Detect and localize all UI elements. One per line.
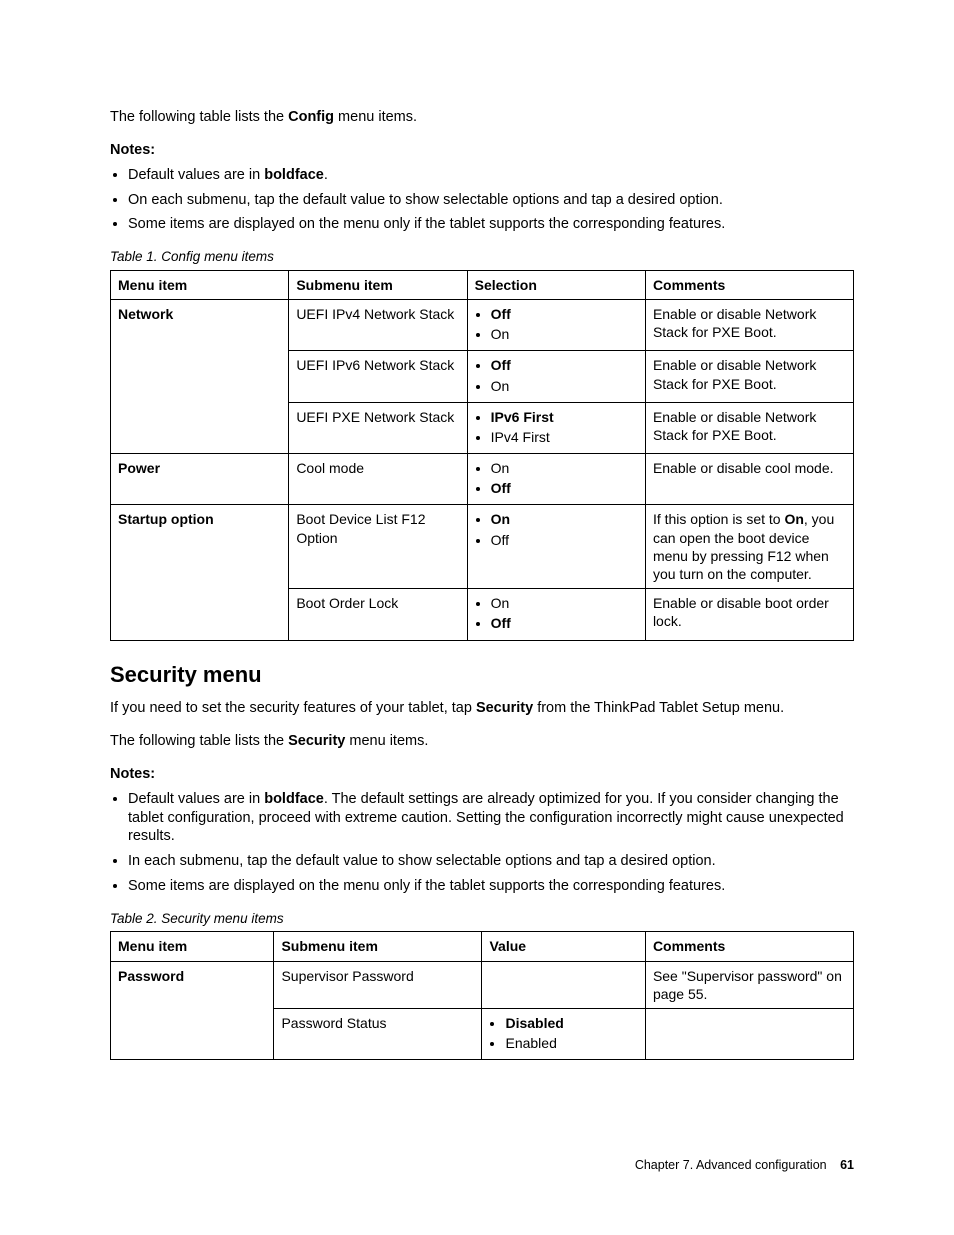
- comments-cell: [645, 1009, 853, 1060]
- table-row: Startup option Boot Device List F12 Opti…: [111, 505, 854, 589]
- submenu-cell: UEFI IPv4 Network Stack: [289, 299, 467, 350]
- notes-list: Default values are in boldface. On each …: [110, 166, 854, 235]
- submenu-cell: UEFI PXE Network Stack: [289, 402, 467, 453]
- table-header-row: Menu item Submenu item Value Comments: [111, 932, 854, 961]
- submenu-cell: Password Status: [274, 1009, 482, 1060]
- text-bold: boldface: [264, 791, 324, 807]
- table-row: Network UEFI IPv4 Network Stack Off On E…: [111, 299, 854, 350]
- comments-cell: Enable or disable Network Stack for PXE …: [645, 402, 853, 453]
- col-header: Value: [482, 932, 645, 961]
- option: Off: [491, 531, 638, 549]
- option-default: Off: [491, 305, 638, 323]
- option: On: [491, 325, 638, 343]
- option: IPv4 First: [491, 428, 638, 446]
- col-header: Selection: [467, 270, 645, 299]
- text: .: [324, 167, 328, 183]
- submenu-cell: Supervisor Password: [274, 961, 482, 1008]
- col-header: Comments: [645, 932, 853, 961]
- selection-cell: On Off: [467, 589, 645, 640]
- value-cell: Disabled Enabled: [482, 1009, 645, 1060]
- comments-cell: See "Supervisor password" on page 55.: [645, 961, 853, 1008]
- text-bold: Config: [288, 109, 334, 125]
- notes-list: Default values are in boldface. The defa…: [110, 790, 854, 896]
- menu-item-cell: Password: [111, 961, 274, 1060]
- text: Default values are in: [128, 791, 264, 807]
- text: If this option is set to: [653, 511, 785, 527]
- text: from the ThinkPad Tablet Setup menu.: [533, 700, 784, 716]
- list-item: On each submenu, tap the default value t…: [128, 191, 854, 210]
- submenu-cell: Cool mode: [289, 454, 467, 505]
- config-menu-table: Menu item Submenu item Selection Comment…: [110, 270, 854, 641]
- comments-cell: Enable or disable cool mode.: [645, 454, 853, 505]
- paragraph: If you need to set the security features…: [110, 699, 854, 718]
- option-default: Off: [491, 356, 638, 374]
- selection-cell: On Off: [467, 505, 645, 589]
- section-heading: Security menu: [110, 661, 854, 690]
- comments-cell: Enable or disable Network Stack for PXE …: [645, 351, 853, 402]
- option: On: [491, 377, 638, 395]
- text: menu items.: [334, 109, 417, 125]
- table-row: Password Supervisor Password See "Superv…: [111, 961, 854, 1008]
- col-header: Comments: [645, 270, 853, 299]
- comments-cell: If this option is set to On, you can ope…: [645, 505, 853, 589]
- page-number: 61: [840, 1158, 854, 1172]
- option: Enabled: [505, 1034, 637, 1052]
- col-header: Submenu item: [274, 932, 482, 961]
- option: On: [491, 459, 638, 477]
- text-bold: On: [784, 511, 803, 527]
- list-item: Some items are displayed on the menu onl…: [128, 215, 854, 234]
- notes-heading: Notes:: [110, 765, 854, 784]
- text-bold: boldface: [264, 167, 324, 183]
- security-menu-table: Menu item Submenu item Value Comments Pa…: [110, 931, 854, 1060]
- list-item: Default values are in boldface. The defa…: [128, 790, 854, 847]
- option-default: IPv6 First: [491, 408, 638, 426]
- text: menu items.: [345, 733, 428, 749]
- notes-heading: Notes:: [110, 141, 854, 160]
- footer-chapter: Chapter 7. Advanced configuration: [635, 1158, 827, 1172]
- text-bold: Security: [288, 733, 345, 749]
- option: On: [491, 594, 638, 612]
- selection-cell: Off On: [467, 351, 645, 402]
- table-row: Power Cool mode On Off Enable or disable…: [111, 454, 854, 505]
- text: Default values are in: [128, 167, 264, 183]
- menu-item-cell: Power: [111, 454, 289, 505]
- col-header: Submenu item: [289, 270, 467, 299]
- table-caption: Table 2. Security menu items: [110, 910, 854, 928]
- col-header: Menu item: [111, 932, 274, 961]
- option-default: Off: [491, 479, 638, 497]
- text: If you need to set the security features…: [110, 700, 476, 716]
- selection-cell: On Off: [467, 454, 645, 505]
- text: The following table lists the: [110, 109, 288, 125]
- list-item: In each submenu, tap the default value t…: [128, 852, 854, 871]
- submenu-cell: Boot Order Lock: [289, 589, 467, 640]
- text: The following table lists the: [110, 733, 288, 749]
- submenu-cell: UEFI IPv6 Network Stack: [289, 351, 467, 402]
- submenu-cell: Boot Device List F12 Option: [289, 505, 467, 589]
- page-footer: Chapter 7. Advanced configuration 61: [635, 1157, 854, 1173]
- paragraph: The following table lists the Security m…: [110, 732, 854, 751]
- document-page: The following table lists the Config men…: [0, 0, 954, 1235]
- col-header: Menu item: [111, 270, 289, 299]
- table-caption: Table 1. Config menu items: [110, 248, 854, 266]
- intro-paragraph: The following table lists the Config men…: [110, 108, 854, 127]
- selection-cell: IPv6 First IPv4 First: [467, 402, 645, 453]
- table-header-row: Menu item Submenu item Selection Comment…: [111, 270, 854, 299]
- text-bold: Security: [476, 700, 533, 716]
- option-default: Off: [491, 614, 638, 632]
- value-cell: [482, 961, 645, 1008]
- list-item: Some items are displayed on the menu onl…: [128, 877, 854, 896]
- list-item: Default values are in boldface.: [128, 166, 854, 185]
- menu-item-cell: Network: [111, 299, 289, 453]
- menu-item-cell: Startup option: [111, 505, 289, 640]
- option-default: On: [491, 510, 638, 528]
- selection-cell: Off On: [467, 299, 645, 350]
- comments-cell: Enable or disable Network Stack for PXE …: [645, 299, 853, 350]
- comments-cell: Enable or disable boot order lock.: [645, 589, 853, 640]
- option-default: Disabled: [505, 1014, 637, 1032]
